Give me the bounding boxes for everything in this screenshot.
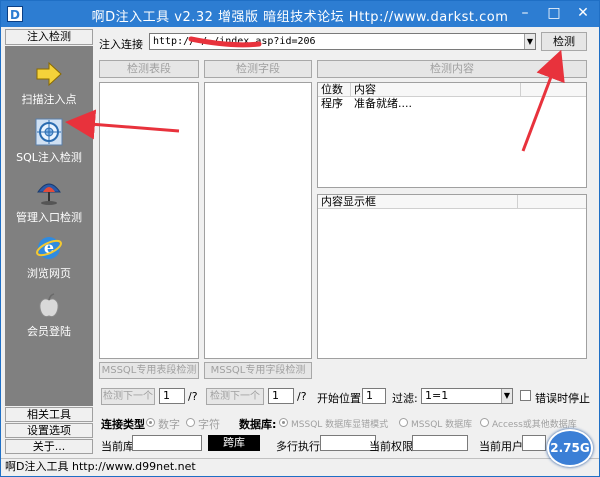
- conn-type-number-label: 数字: [158, 418, 180, 431]
- chevron-down-icon[interactable]: ▼: [524, 34, 535, 49]
- detect-fields-button[interactable]: 检测字段: [204, 60, 312, 78]
- connection-type-label: 连接类型: [101, 418, 145, 431]
- db-mssql-label: MSSQL 数据库: [411, 420, 473, 430]
- fields-index-suffix: /?: [297, 390, 307, 403]
- apple-icon: [35, 292, 63, 320]
- sidebar-item-scan-injection[interactable]: 扫描注入点: [5, 60, 93, 110]
- sidebar-item-admin-entry[interactable]: 管理入口检测: [5, 178, 93, 228]
- status-bar: 啊D注入工具 http://www.d99net.net: [1, 458, 599, 476]
- db-access-radio[interactable]: [480, 418, 489, 427]
- chevron-down-icon[interactable]: ▼: [501, 389, 512, 403]
- sidebar-item-browse-web[interactable]: e 浏览网页: [5, 234, 93, 284]
- ie-browser-icon: e: [35, 234, 63, 262]
- umbrella-icon: [35, 178, 63, 206]
- conn-type-number-radio[interactable]: [146, 418, 155, 427]
- conn-type-string-radio[interactable]: [186, 418, 195, 427]
- detect-content-button[interactable]: 检测内容: [317, 60, 587, 78]
- maximize-button[interactable]: □: [540, 3, 568, 23]
- content-display-header: 内容显示框: [318, 195, 586, 209]
- mssql-tables-button[interactable]: MSSQL专用表段检测: [99, 362, 199, 379]
- sidebar: 注入检测 扫描注入点 SQL注入检测 管理入口检测 e 浏览网页 会员登陆 相关…: [5, 29, 93, 457]
- sidebar-footer-settings[interactable]: 设置选项: [5, 423, 93, 438]
- stop-on-error-checkbox[interactable]: [520, 390, 531, 401]
- cross-db-button[interactable]: 跨库: [208, 435, 260, 451]
- table-cell: 准备就绪....: [354, 97, 412, 110]
- app-window: D 啊D注入工具 v2.32 增强版 暗组技术论坛 Http://www.dar…: [0, 0, 600, 477]
- result-grid-header: 位数 内容: [318, 83, 586, 97]
- multi-exec-label: 多行执行: [276, 440, 320, 453]
- current-db-field[interactable]: [132, 435, 202, 451]
- title-bar[interactable]: D 啊D注入工具 v2.32 增强版 暗组技术论坛 Http://www.dar…: [1, 1, 599, 27]
- table-cell: 程序: [321, 97, 343, 110]
- current-user-field[interactable]: [522, 435, 546, 451]
- url-label: 注入连接: [99, 38, 143, 51]
- sidebar-item-sql-injection[interactable]: SQL注入检测: [5, 118, 93, 168]
- arrow-right-icon: [35, 60, 63, 88]
- detect-tables-button[interactable]: 检测表段: [99, 60, 199, 78]
- mssql-fields-button[interactable]: MSSQL专用字段检测: [204, 362, 312, 379]
- db-access-label: Access或其他数据库: [492, 420, 577, 430]
- current-permission-field[interactable]: [412, 435, 468, 451]
- conn-type-string-label: 字符: [198, 418, 220, 431]
- sidebar-item-label: 管理入口检测: [16, 211, 82, 224]
- detect-next-fields-button[interactable]: 检测下一个: [206, 388, 264, 405]
- database-label: 数据库:: [239, 418, 277, 431]
- db-mssql-error-label: MSSQL 数据库显错模式: [291, 420, 389, 430]
- minimize-button[interactable]: –: [511, 3, 539, 23]
- speed-badge[interactable]: 2.75G: [547, 429, 593, 467]
- detect-button[interactable]: 检测: [541, 32, 587, 51]
- main-panel: 注入连接 http:// / /index.asp?id=206 ▼ 检测 检测…: [96, 29, 596, 457]
- content-display-box[interactable]: 内容显示框: [317, 194, 587, 359]
- close-button[interactable]: ✕: [569, 3, 597, 23]
- start-position-input[interactable]: 1: [362, 388, 386, 404]
- current-db-label: 当前库: [101, 440, 134, 453]
- filter-label: 过滤:: [392, 392, 418, 405]
- column-header[interactable]: 位数: [318, 83, 351, 97]
- column-header[interactable]: 内容显示框: [318, 195, 518, 209]
- sidebar-item-label: 会员登陆: [27, 325, 71, 338]
- multi-exec-field[interactable]: [320, 435, 376, 451]
- sidebar-footer-tools[interactable]: 相关工具: [5, 407, 93, 422]
- filter-select[interactable]: 1=1: [421, 388, 513, 404]
- table-row[interactable]: 程序 准备就绪....: [318, 97, 586, 111]
- result-grid[interactable]: 位数 内容 程序 准备就绪....: [317, 82, 587, 188]
- fields-list[interactable]: [204, 82, 312, 359]
- sidebar-panel: 扫描注入点 SQL注入检测 管理入口检测 e 浏览网页 会员登陆: [5, 46, 93, 406]
- url-input[interactable]: http:// / /index.asp?id=206: [149, 33, 536, 50]
- current-permission-label: 当前权限: [369, 440, 413, 453]
- start-position-label: 开始位置: [317, 392, 361, 405]
- db-mssql-error-radio[interactable]: [279, 418, 288, 427]
- column-header[interactable]: 内容: [351, 83, 521, 97]
- tables-index-input[interactable]: 1: [159, 388, 185, 404]
- current-user-label: 当前用户: [479, 440, 523, 453]
- sidebar-item-label: 扫描注入点: [21, 93, 77, 106]
- sidebar-item-member-login[interactable]: 会员登陆: [5, 292, 93, 342]
- sidebar-item-label: SQL注入检测: [16, 151, 82, 164]
- sidebar-header-injection-detect[interactable]: 注入检测: [5, 29, 93, 45]
- window-title: 啊D注入工具 v2.32 增强版 暗组技术论坛 Http://www.darks…: [91, 10, 509, 25]
- tables-index-suffix: /?: [188, 390, 198, 403]
- stop-on-error-label: 错误时停止: [535, 392, 590, 405]
- fields-index-input[interactable]: 1: [268, 388, 294, 404]
- detect-next-tables-button[interactable]: 检测下一个: [101, 388, 155, 405]
- crosshair-icon: [35, 118, 63, 146]
- sidebar-footer-about[interactable]: 关于...: [5, 439, 93, 454]
- sidebar-item-label: 浏览网页: [27, 267, 71, 280]
- tables-list[interactable]: [99, 82, 199, 359]
- db-mssql-radio[interactable]: [399, 418, 408, 427]
